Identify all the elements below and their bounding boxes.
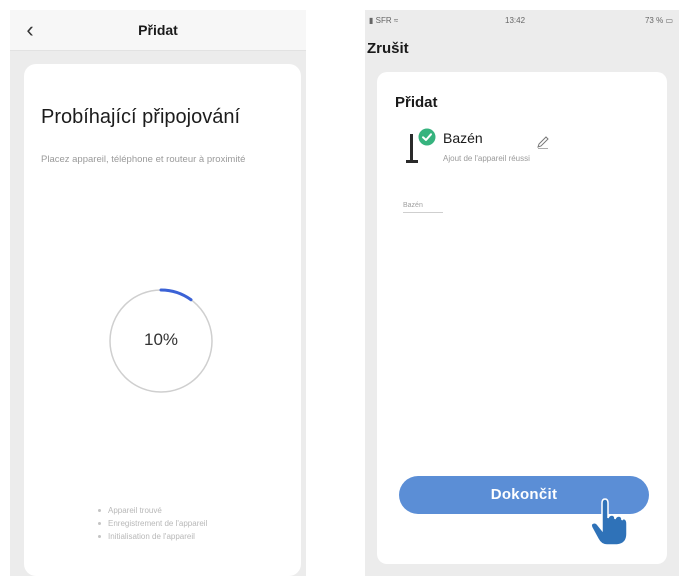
cancel-button[interactable]: Zrušit <box>367 40 409 57</box>
step-label: Initialisation de l'appareil <box>108 532 195 541</box>
progress-percent: 10% <box>143 330 179 349</box>
edit-pencil-icon[interactable] <box>535 134 551 150</box>
carrier-label: ▮ SFR ≈ <box>369 16 399 25</box>
room-field[interactable]: Bazén <box>403 202 443 213</box>
device-added-screen: ▮ SFR ≈ 13:42 73 % ▭ Zrušit Přidat Bazén… <box>365 10 679 576</box>
step-label: Appareil trouvé <box>108 506 162 515</box>
connection-steps: Appareil trouvé Enregistrement de l'appa… <box>98 504 298 543</box>
status-bar: ▮ SFR ≈ 13:42 73 % ▭ <box>365 10 679 32</box>
card-title: Přidat <box>395 94 438 111</box>
battery-icon: ▭ <box>665 16 673 25</box>
connecting-card: Probíhající připojování Placez appareil,… <box>24 64 301 576</box>
step-label: Enregistrement de l'appareil <box>108 519 208 528</box>
device-status: Ajout de l'appareil réussi <box>443 154 530 163</box>
bullet-dot-icon <box>98 535 101 539</box>
connecting-heading: Probíhající připojování <box>41 106 241 128</box>
bullet-dot-icon <box>98 509 101 513</box>
success-check-icon <box>418 128 436 146</box>
step-item: Appareil trouvé <box>98 504 298 517</box>
wifi-icon: ≈ <box>393 16 399 25</box>
connecting-subtitle: Placez appareil, téléphone et routeur à … <box>41 154 246 165</box>
step-item: Initialisation de l'appareil <box>98 530 298 543</box>
bullet-dot-icon <box>98 522 101 526</box>
top-bar: ‹ Přidat <box>10 10 306 51</box>
connecting-screen: ‹ Přidat Probíhající připojování Placez … <box>10 10 306 576</box>
page-title: Přidat <box>138 22 178 38</box>
step-item: Enregistrement de l'appareil <box>98 517 298 530</box>
hand-pointer-icon <box>590 498 628 546</box>
battery-indicator: 73 % ▭ <box>644 16 673 25</box>
device-name: Bazén <box>443 130 483 146</box>
added-device-card: Přidat Bazén Ajout de l'appareil réussi … <box>377 72 667 564</box>
signal-icon: ▮ <box>369 16 374 25</box>
status-time: 13:42 <box>505 16 526 25</box>
